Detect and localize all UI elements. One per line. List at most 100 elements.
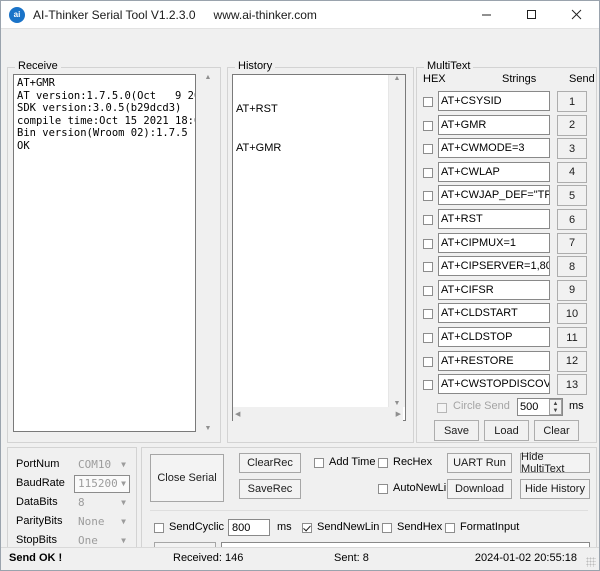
multitext-send-button-4[interactable]: 4 (557, 162, 587, 183)
receive-scrollbar[interactable]: ▲ ▼ (200, 74, 216, 432)
multitext-header: HEX Strings Send (417, 73, 596, 87)
resize-grip-icon[interactable] (586, 557, 596, 567)
history-listbox[interactable]: AT+RST AT+GMR (232, 74, 406, 421)
multitext-row: AT+CIPMUX=1 7 (417, 232, 596, 256)
download-button[interactable]: Download (447, 479, 512, 499)
multitext-command-input-1[interactable]: AT+CSYSID (438, 91, 550, 111)
multitext-command-input-8[interactable]: AT+CIPSERVER=1,80 (438, 256, 550, 276)
multitext-send-button-1[interactable]: 1 (557, 91, 587, 112)
multitext-command-input-5[interactable]: AT+CWJAP_DEF="TP-Link (438, 185, 550, 205)
scroll-up-icon[interactable]: ▲ (394, 75, 401, 82)
multitext-command-input-12[interactable]: AT+RESTORE (438, 351, 550, 371)
minimize-button[interactable] (464, 1, 509, 28)
close-serial-button[interactable]: Close Serial (150, 454, 224, 502)
multitext-hex-checkbox-4[interactable] (423, 168, 433, 178)
scroll-down-icon[interactable]: ▼ (394, 400, 401, 407)
format-input-checkbox[interactable] (445, 523, 455, 533)
uart-run-button[interactable]: UART Run (447, 453, 512, 473)
multitext-command-input-9[interactable]: AT+CIFSR (438, 280, 550, 300)
multitext-command-input-11[interactable]: AT+CLDSTOP (438, 327, 550, 347)
history-hscrollbar[interactable]: ◀ ▶ (233, 407, 403, 422)
multitext-send-button-10[interactable]: 10 (557, 303, 587, 324)
stepper-up-icon[interactable]: ▲ (553, 401, 559, 407)
scroll-up-icon[interactable]: ▲ (205, 74, 212, 81)
save-rec-button[interactable]: SaveRec (239, 479, 301, 499)
multitext-send-button-5[interactable]: 5 (557, 185, 587, 206)
format-input-label: FormatInput (460, 521, 519, 533)
save-button[interactable]: Save (434, 420, 479, 441)
scroll-right-icon[interactable]: ▶ (394, 411, 403, 418)
multitext-row: AT+CSYSID 1 (417, 90, 596, 114)
multitext-send-button-12[interactable]: 12 (557, 351, 587, 372)
multitext-command-input-7[interactable]: AT+CIPMUX=1 (438, 233, 550, 253)
scroll-down-icon[interactable]: ▼ (205, 425, 212, 432)
multitext-send-button-13[interactable]: 13 (557, 374, 587, 395)
port-setting-combo-3[interactable]: 8▼ (74, 494, 130, 512)
hide-multitext-button[interactable]: Hide MultiText (520, 453, 590, 473)
rec-hex-checkbox[interactable] (378, 458, 388, 468)
multitext-hex-checkbox-9[interactable] (423, 286, 433, 296)
stepper-down-icon[interactable]: ▼ (553, 408, 559, 414)
multitext-hex-checkbox-5[interactable] (423, 191, 433, 201)
scroll-left-icon[interactable]: ◀ (233, 411, 242, 418)
add-time-checkbox[interactable] (314, 458, 324, 468)
status-sent: Sent: 8 (334, 552, 369, 564)
load-button[interactable]: Load (484, 420, 529, 441)
hide-history-button[interactable]: Hide History (520, 479, 590, 499)
multitext-hex-checkbox-11[interactable] (423, 333, 433, 343)
multitext-hex-checkbox-12[interactable] (423, 357, 433, 367)
port-setting-label-4: ParityBits (16, 515, 62, 527)
multitext-hex-checkbox-13[interactable] (423, 380, 433, 390)
port-setting-label-3: DataBits (16, 496, 58, 508)
port-setting-row: BaudRate115200▼ (8, 475, 136, 494)
close-button[interactable] (554, 1, 599, 28)
multitext-command-input-3[interactable]: AT+CWMODE=3 (438, 138, 550, 158)
chevron-down-icon[interactable]: ▼ (121, 495, 126, 511)
multitext-command-input-2[interactable]: AT+GMR (438, 115, 550, 135)
serial-tool-window: ai AI-Thinker Serial Tool V1.2.3.0 www.a… (0, 0, 600, 571)
multitext-send-button-9[interactable]: 9 (557, 280, 587, 301)
maximize-button[interactable] (509, 1, 554, 28)
multitext-hex-checkbox-3[interactable] (423, 144, 433, 154)
auto-newline-checkbox[interactable] (378, 484, 388, 494)
multitext-send-button-3[interactable]: 3 (557, 138, 587, 159)
multitext-command-input-4[interactable]: AT+CWLAP (438, 162, 550, 182)
multitext-hex-checkbox-2[interactable] (423, 121, 433, 131)
multitext-send-button-6[interactable]: 6 (557, 209, 587, 230)
multitext-hex-checkbox-8[interactable] (423, 262, 433, 272)
send-newline-checkbox[interactable] (302, 523, 312, 533)
send-hex-checkbox[interactable] (382, 523, 392, 533)
clear-rec-button[interactable]: ClearRec (239, 453, 301, 473)
multitext-row: AT+CWSTOPDISCOVER 13 (417, 373, 596, 397)
multitext-send-button-8[interactable]: 8 (557, 256, 587, 277)
multitext-hex-checkbox-6[interactable] (423, 215, 433, 225)
multitext-hex-checkbox-10[interactable] (423, 309, 433, 319)
port-setting-combo-2[interactable]: 115200▼ (74, 475, 130, 493)
multitext-send-button-2[interactable]: 2 (557, 115, 587, 136)
multitext-hex-checkbox-7[interactable] (423, 239, 433, 249)
circle-send-checkbox[interactable] (437, 403, 447, 413)
multitext-send-button-7[interactable]: 7 (557, 233, 587, 254)
minimize-icon (481, 9, 492, 20)
history-vscrollbar[interactable]: ▲ ▼ (388, 75, 405, 407)
circle-send-label: Circle Send (453, 400, 510, 412)
chevron-down-icon[interactable]: ▼ (121, 476, 126, 492)
rec-hex-label: RecHex (393, 456, 432, 468)
multitext-command-input-10[interactable]: AT+CLDSTART (438, 303, 550, 323)
receive-textarea[interactable]: AT+GMR AT version:1.7.5.0(Oct 9 2021 09:… (13, 74, 196, 432)
clear-button[interactable]: Clear (534, 420, 579, 441)
list-item[interactable]: AT+GMR (236, 142, 402, 155)
send-cyclic-interval-input[interactable]: 800 (228, 519, 270, 536)
multitext-hex-checkbox-1[interactable] (423, 97, 433, 107)
send-cyclic-checkbox[interactable] (154, 523, 164, 533)
multitext-send-button-11[interactable]: 11 (557, 327, 587, 348)
multitext-command-input-6[interactable]: AT+RST (438, 209, 550, 229)
multitext-command-input-13[interactable]: AT+CWSTOPDISCOVER (438, 374, 550, 394)
chevron-down-icon[interactable]: ▼ (121, 457, 126, 473)
port-setting-combo-4[interactable]: None▼ (74, 513, 130, 531)
list-item[interactable]: AT+RST (236, 103, 402, 116)
port-setting-combo-1[interactable]: COM10▼ (74, 456, 130, 474)
circle-send-stepper[interactable]: ▲ ▼ (549, 399, 562, 415)
chevron-down-icon[interactable]: ▼ (121, 514, 126, 530)
multitext-actions: Save Load Clear (417, 420, 596, 442)
